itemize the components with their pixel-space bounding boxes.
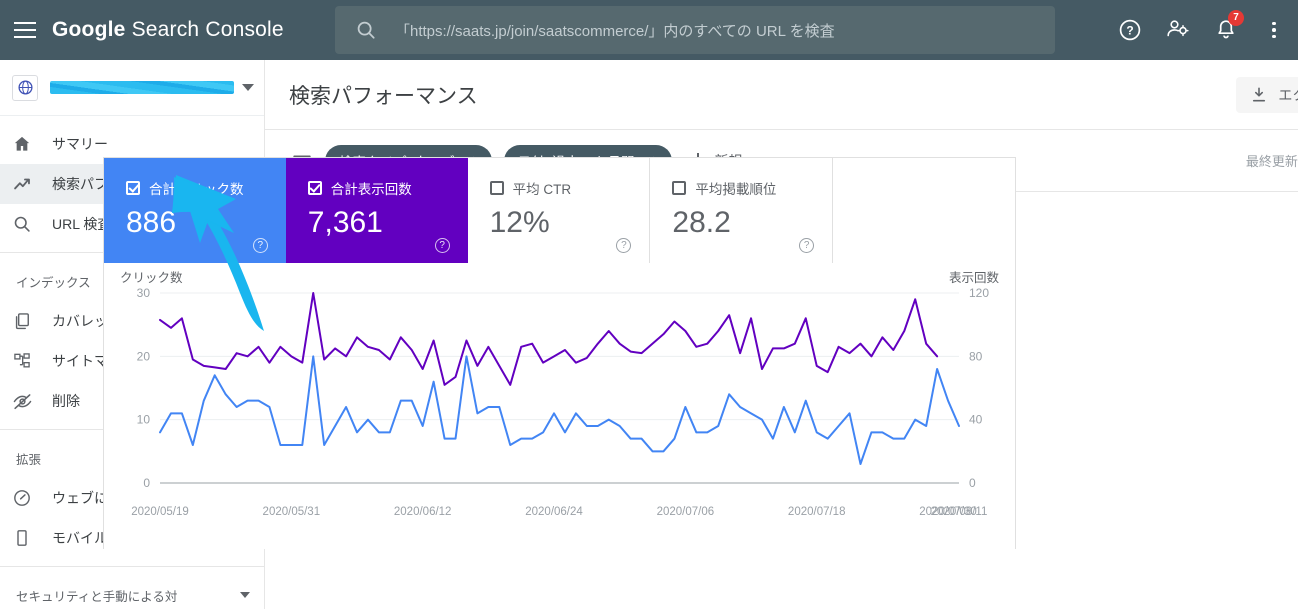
globe-glyph (17, 80, 33, 95)
help-circle-icon[interactable]: ? (799, 238, 815, 253)
svg-text:20: 20 (137, 349, 151, 363)
metric-checkbox-total-impressions[interactable] (307, 181, 322, 195)
property-name-redacted (50, 81, 234, 94)
brand-product-text: Search Console (131, 18, 284, 41)
eye-off-icon (12, 391, 52, 412)
svg-text:2020/05/31: 2020/05/31 (263, 506, 321, 518)
svg-text:40: 40 (969, 413, 983, 427)
sidebar-section-index-label: インデックス (16, 275, 91, 290)
svg-text:80: 80 (969, 349, 983, 363)
person-gear-glyph (1167, 20, 1189, 37)
overflow-menu-icon[interactable] (1250, 6, 1298, 54)
svg-text:2020/07/06: 2020/07/06 (657, 506, 715, 518)
performance-chart: クリック数 表示回数 0 10 20 30 0 40 80 120 2020/05/19 2020… (104, 263, 1015, 550)
trending-up-icon (12, 174, 52, 195)
hamburger-menu-icon[interactable] (14, 22, 36, 38)
sidebar-label-removals: 削除 (52, 393, 80, 409)
metric-card-header: 合計クリック数 (126, 178, 286, 198)
svg-text:2020/05/19: 2020/05/19 (131, 506, 189, 518)
metric-card-row: 合計クリック数 886 ? 合計表示回数 7,361 ? 平均 CTR 12% (104, 158, 1015, 263)
svg-text:0: 0 (969, 476, 976, 490)
metric-value-average-ctr: 12% (489, 206, 550, 239)
metric-value-average-position: 28.2 (672, 206, 731, 239)
top-app-bar: Google Search Console 「https://saats.jp/… (0, 0, 1298, 60)
svg-text:30: 30 (137, 286, 151, 300)
help-circle-glyph: ? (1119, 19, 1141, 41)
metric-label-total-impressions: 合計表示回数 (330, 182, 412, 197)
svg-text:2020/08/11: 2020/08/11 (931, 506, 988, 518)
brand-logo[interactable]: Google Search Console (52, 18, 284, 42)
metric-card-header: 平均 CTR (489, 178, 650, 198)
chevron-down-icon (240, 592, 250, 598)
search-input-placeholder: 「https://saats.jp/join/saatscommerce/」内の… (395, 22, 835, 40)
help-circle-icon[interactable]: ? (616, 238, 632, 253)
export-button-label: エクス (1278, 86, 1298, 103)
metric-card-total-impressions[interactable]: 合計表示回数 7,361 ? (285, 158, 468, 263)
metric-label-total-clicks: 合計クリック数 (149, 182, 244, 197)
sidebar-section-security[interactable]: セキュリティと手動による対 (0, 575, 264, 609)
metric-card-empty-slot (833, 158, 1015, 263)
chevron-down-icon (242, 84, 254, 91)
metric-checkbox-average-position[interactable] (672, 181, 687, 195)
sidebar-section-enhancements-label: 拡張 (16, 452, 42, 467)
last-update-text: 最終更新日: 5 時 (1245, 154, 1298, 169)
sidebar-divider-3 (0, 566, 264, 567)
svg-text:2020/06/24: 2020/06/24 (525, 506, 583, 518)
metric-card-average-ctr[interactable]: 平均 CTR 12% ? (468, 158, 651, 263)
help-circle-icon[interactable]: ? (252, 238, 268, 253)
notification-badge-count: 7 (1228, 10, 1244, 26)
metric-checkbox-total-clicks[interactable] (126, 181, 140, 195)
search-icon (357, 21, 375, 39)
svg-text:0: 0 (143, 476, 150, 490)
top-bar-icon-group: ? 7 (1106, 0, 1298, 60)
notifications-bell-icon[interactable]: 7 (1202, 6, 1250, 54)
help-circle-icon[interactable]: ? (434, 238, 450, 253)
svg-text:120: 120 (969, 286, 989, 300)
property-selector[interactable] (0, 60, 264, 116)
export-button[interactable]: エクス (1236, 76, 1298, 113)
svg-text:2020/06/12: 2020/06/12 (394, 506, 452, 518)
download-icon (1253, 86, 1266, 101)
help-icon[interactable]: ? (1106, 6, 1154, 54)
copy-pages-icon (12, 311, 52, 331)
page-header: 検索パフォーマンス エクス (265, 60, 1298, 130)
account-settings-icon[interactable] (1154, 6, 1202, 54)
metric-card-header: 平均掲載順位 (672, 178, 832, 198)
metric-value-total-clicks: 886 (126, 206, 177, 239)
chart-y-axis-label-right: 表示回数 (948, 271, 999, 285)
svg-text:2020/07/18: 2020/07/18 (788, 506, 846, 518)
metric-label-average-position: 平均掲載順位 (695, 182, 777, 197)
sitemap-icon (12, 351, 52, 371)
metric-label-average-ctr: 平均 CTR (512, 182, 572, 197)
svg-text:?: ? (1126, 23, 1133, 37)
chart-y-axis-label-left: クリック数 (120, 271, 183, 285)
sidebar-label-summary: サマリー (52, 136, 108, 152)
search-console-page: Google Search Console 「https://saats.jp/… (0, 0, 1298, 609)
metric-value-total-impressions: 7,361 (307, 206, 383, 239)
speedometer-icon (12, 488, 52, 508)
sidebar-section-security-label: セキュリティと手動による対 (16, 589, 178, 604)
search-icon (12, 214, 52, 234)
url-inspection-search-bar[interactable]: 「https://saats.jp/join/saatscommerce/」内の… (335, 6, 1055, 54)
chart-canvas[interactable]: 0 10 20 30 0 40 80 120 2020/05/19 2020/05/31 2020/… (104, 263, 1015, 550)
metric-card-header: 合計表示回数 (307, 178, 468, 198)
metric-card-average-position[interactable]: 平均掲載順位 28.2 ? (650, 158, 834, 263)
globe-icon (12, 74, 38, 101)
performance-panel: 合計クリック数 886 ? 合計表示回数 7,361 ? 平均 CTR 12% (103, 157, 1016, 549)
svg-text:10: 10 (137, 413, 151, 427)
metric-card-total-clicks[interactable]: 合計クリック数 886 ? (104, 158, 286, 263)
metric-checkbox-average-ctr[interactable] (489, 181, 504, 195)
page-title: 検索パフォーマンス (289, 84, 478, 108)
home-icon (12, 134, 52, 154)
brand-google-text: Google (52, 18, 126, 41)
mobile-icon (12, 528, 52, 548)
kebab-glyph (1272, 21, 1276, 39)
